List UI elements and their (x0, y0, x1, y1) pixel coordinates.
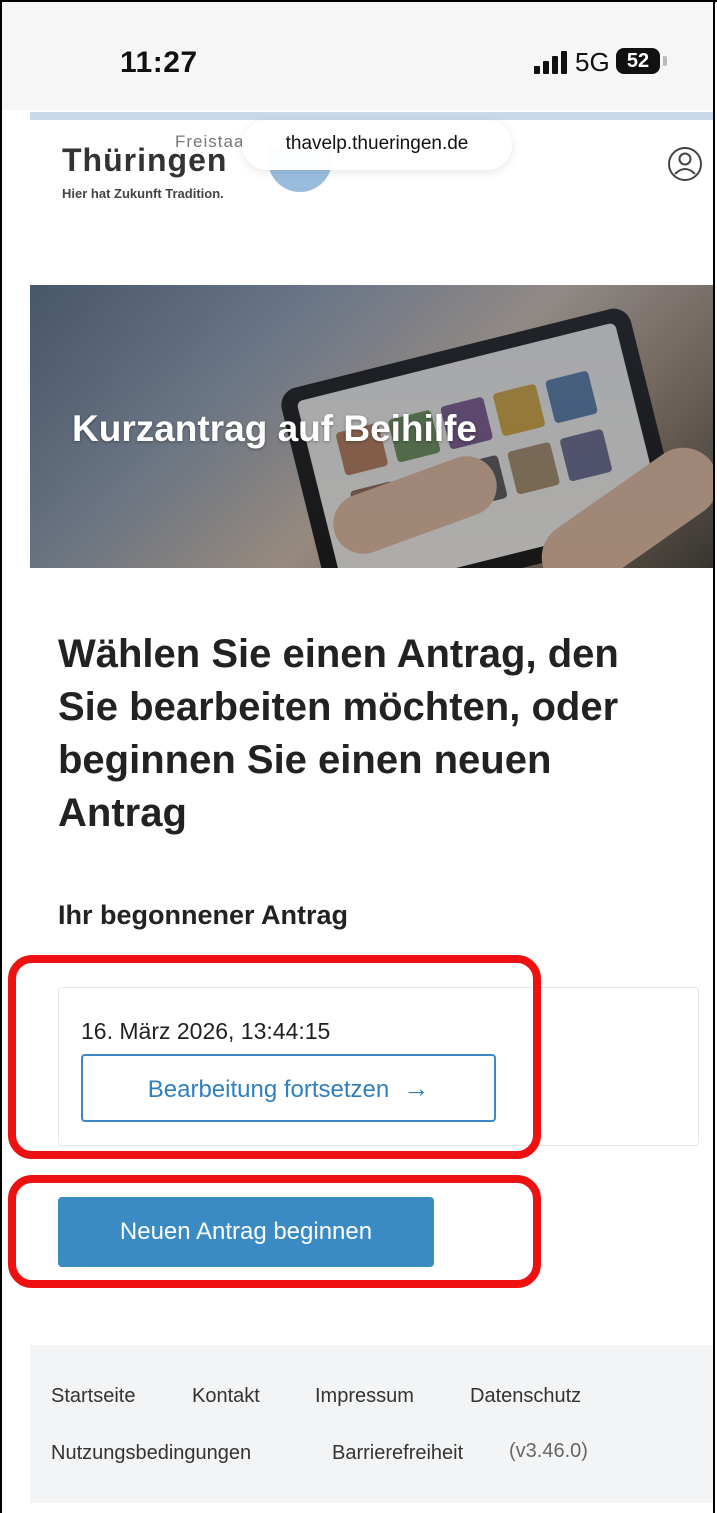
battery-icon: 52 (616, 48, 660, 74)
hero-banner: Kurzantrag auf Beihilfe (30, 285, 713, 568)
draft-section-title: Ihr begonnener Antrag (58, 900, 349, 930)
user-account-icon[interactable] (667, 146, 703, 182)
highlight-box-draft (8, 955, 541, 1159)
highlight-box-new (8, 1175, 541, 1288)
site-header: Freistaat Thüringen Hier hat Zukunft Tra… (30, 120, 713, 270)
frame-left (0, 0, 2, 1513)
page-heading: Wählen Sie einen Antrag, den Sie bearbei… (58, 632, 619, 835)
frame-right (713, 0, 715, 1513)
footer-link-nutzungsbedingungen[interactable]: Nutzungsbedingungen (51, 1442, 251, 1465)
battery-cap (663, 56, 667, 66)
footer-link-kontakt[interactable]: Kontakt (192, 1385, 260, 1408)
footer-link-impressum[interactable]: Impressum (315, 1385, 414, 1408)
footer-link-barrierefreiheit[interactable]: Barrierefreiheit (332, 1442, 463, 1465)
address-bar[interactable]: thavelp.thueringen.de (242, 120, 512, 170)
footer-link-startseite[interactable]: Startseite (51, 1385, 135, 1408)
status-bar: 11:27 5G 52 (2, 2, 713, 110)
status-time: 11:27 (120, 46, 198, 79)
footer-link-datenschutz[interactable]: Datenschutz (470, 1385, 581, 1408)
signal-icon (534, 50, 568, 74)
hero-title: Kurzantrag auf Beihilfe (72, 408, 477, 449)
logo-tagline: Hier hat Zukunft Tradition. (62, 186, 224, 201)
network-type: 5G (575, 47, 610, 77)
logo-title[interactable]: Thüringen (62, 142, 227, 179)
header-accent-line (30, 112, 713, 120)
app-version: (v3.46.0) (509, 1440, 588, 1462)
site-footer: Startseite Kontakt Impressum Datenschutz… (30, 1345, 713, 1503)
